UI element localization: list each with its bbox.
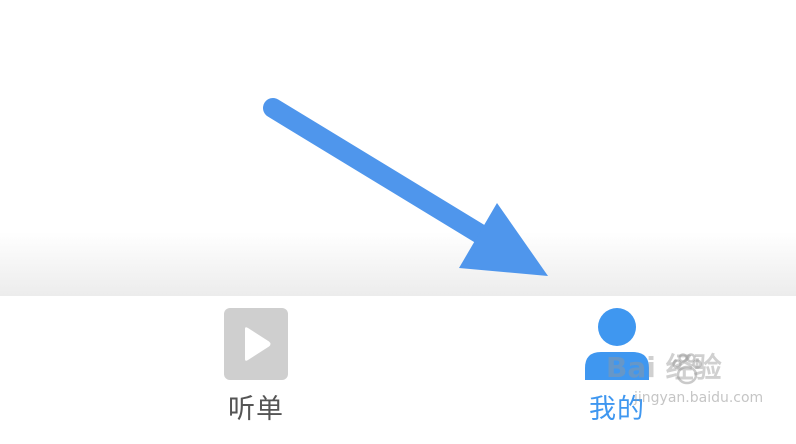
watermark-logo-text: Bai 经验 — [606, 351, 722, 384]
watermark-url: jingyan.baidu.com — [634, 390, 764, 406]
tab-listen[interactable]: 听单 — [156, 296, 356, 444]
play-icon — [224, 308, 288, 380]
tab-listen-label: 听单 — [228, 394, 284, 425]
app-screen: 听单 我的 Bai 经验 jingyan.baidu.com — [0, 0, 796, 444]
baidu-jingyan-watermark: Bai 经验 jingyan.baidu.com — [606, 348, 776, 422]
annotation-arrow-icon — [263, 98, 548, 276]
paw-icon — [672, 353, 702, 385]
